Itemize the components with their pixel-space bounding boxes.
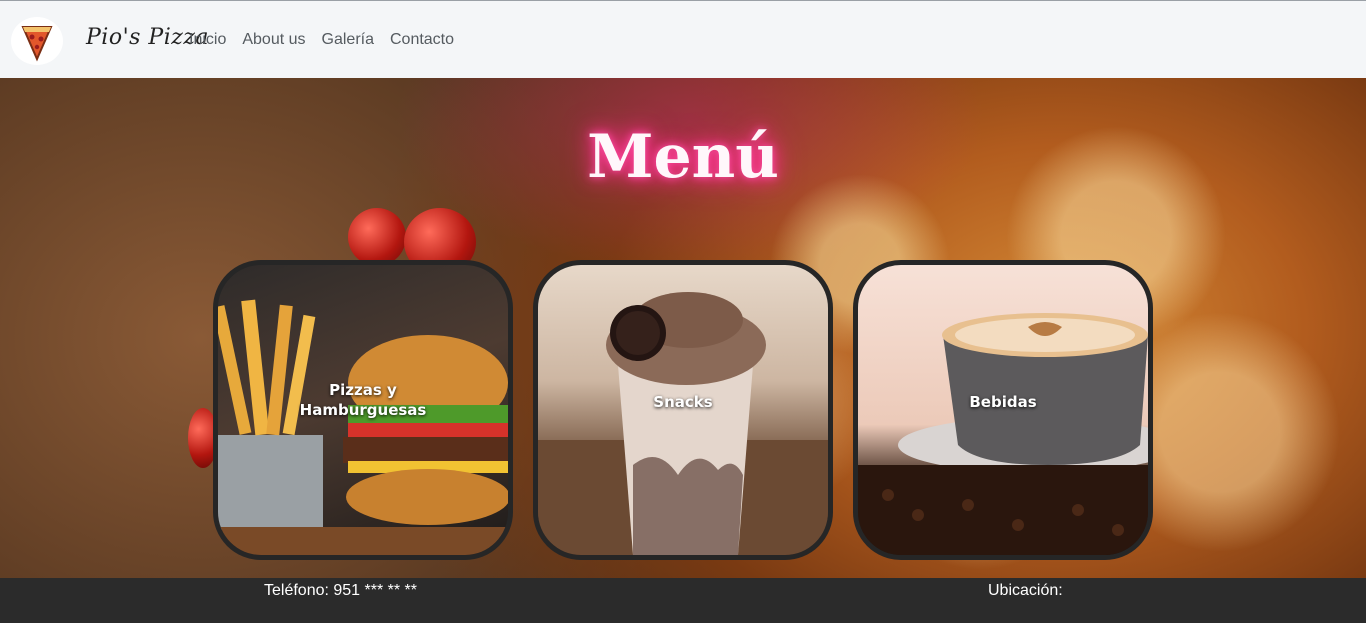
menu-card-snacks[interactable]: Snacks xyxy=(533,260,833,560)
navbar: Pio's Pizza Inicio About us Galería Cont… xyxy=(0,0,1366,78)
hero-section: Menú Pizzas y Hamburguesas Snacks Bebida… xyxy=(0,78,1366,578)
nav-link-galeria[interactable]: Galería xyxy=(322,31,374,49)
nav-links: Inicio About us Galería Contacto xyxy=(189,31,454,49)
nav-link-inicio[interactable]: Inicio xyxy=(189,31,226,49)
logo[interactable] xyxy=(11,17,63,65)
menu-title: Menú xyxy=(587,122,779,192)
phone-text: Teléfono: 951 *** ** ** xyxy=(264,582,417,599)
nav-link-about-us[interactable]: About us xyxy=(242,31,305,49)
pizza-slice-logo-icon xyxy=(21,26,53,62)
card-label: Pizzas y Hamburguesas xyxy=(299,381,427,419)
card-label: Bebidas xyxy=(969,393,1037,411)
menu-card-bebidas[interactable]: Bebidas xyxy=(853,260,1153,560)
location-text: Ubicación: xyxy=(988,582,1063,599)
tomato-decoration xyxy=(348,208,406,266)
nav-link-contacto[interactable]: Contacto xyxy=(390,31,454,49)
menu-card-pizzas-hamburguesas[interactable]: Pizzas y Hamburguesas xyxy=(213,260,513,560)
card-label: Snacks xyxy=(653,393,713,411)
footer: Teléfono: 951 *** ** ** Ubicación: xyxy=(0,578,1366,623)
